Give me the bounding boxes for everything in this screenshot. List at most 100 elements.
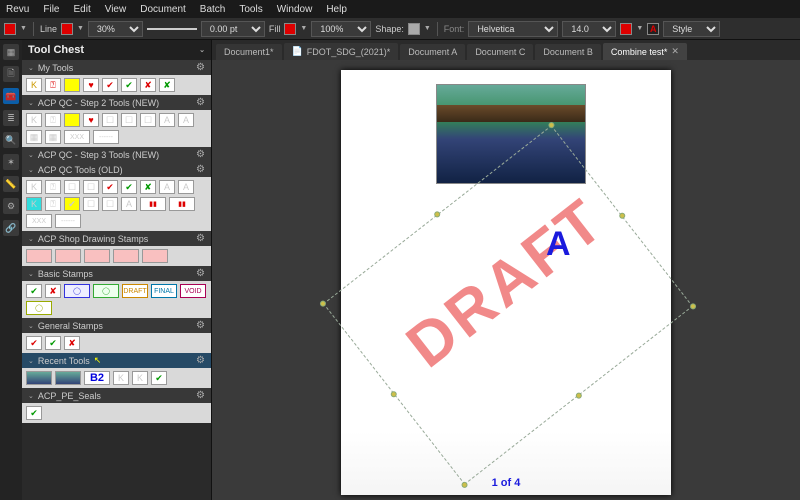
recent-text[interactable]: B2 [84, 371, 110, 385]
menu-tools[interactable]: Tools [239, 4, 262, 15]
gear-icon[interactable]: ⚙ [196, 149, 205, 160]
tool-item[interactable]: ------ [55, 214, 81, 228]
chevron-down-icon[interactable]: ⌄ [199, 46, 205, 54]
search-icon[interactable]: 🔍 [3, 132, 19, 148]
resize-handle[interactable] [390, 390, 398, 398]
file-icon[interactable]: 🗎 [3, 66, 19, 82]
tool-item[interactable]: ▦ [45, 130, 61, 144]
tool-item[interactable]: ☐ [64, 180, 80, 194]
tab-combine-test[interactable]: Combine test*✕ [603, 43, 687, 60]
tool-item[interactable]: ☐ [83, 180, 99, 194]
stamp-draft[interactable]: DRAFT [122, 284, 148, 298]
section-step2[interactable]: ⌄ACP QC - Step 2 Tools (NEW)⚙ [22, 95, 211, 110]
tool-item[interactable]: ▮▮ [140, 197, 166, 211]
text-annotation-a[interactable]: A [546, 225, 571, 264]
tool-item[interactable]: ☐ [102, 197, 118, 211]
line-weight-slider[interactable] [147, 28, 197, 30]
stamp-check[interactable]: ✔ [26, 284, 42, 298]
tool-item[interactable]: ⍰ [45, 78, 61, 92]
recent-image[interactable] [55, 371, 81, 385]
tab-document-a[interactable]: Document A [400, 44, 465, 60]
recent-tool[interactable]: ✔ [151, 371, 167, 385]
tool-item[interactable]: K [26, 180, 42, 194]
tool-item[interactable]: ♥ [83, 78, 99, 92]
tool-item[interactable] [64, 113, 80, 127]
section-basic-stamps[interactable]: ⌄Basic Stamps⚙ [22, 266, 211, 281]
stamp-item[interactable] [55, 249, 81, 263]
resize-handle[interactable] [433, 210, 441, 218]
recent-tool[interactable]: K [132, 371, 148, 385]
tool-item[interactable]: ✘ [140, 180, 156, 194]
tool-item[interactable]: ☐ [140, 113, 156, 127]
tab-fdot-sdg[interactable]: 📄FDOT_SDG_(2021)* [284, 43, 399, 60]
section-general-stamps[interactable]: ⌄General Stamps⚙ [22, 318, 211, 333]
close-icon[interactable]: ✕ [671, 46, 679, 57]
highlight-swatch[interactable]: A [647, 23, 659, 35]
menu-view[interactable]: View [105, 4, 127, 15]
properties-icon[interactable]: ⚙ [3, 198, 19, 214]
tool-item[interactable]: A [159, 180, 175, 194]
tool-item[interactable]: ⍰ [45, 197, 61, 211]
tool-item[interactable]: K [26, 197, 42, 211]
tool-item[interactable]: ☐ [83, 197, 99, 211]
stamp-icon[interactable]: ✶ [3, 154, 19, 170]
stamp-item[interactable] [113, 249, 139, 263]
font-size-select[interactable]: 14.0 [562, 21, 616, 37]
menu-edit[interactable]: Edit [73, 4, 90, 15]
tool-item[interactable]: ✘ [159, 78, 175, 92]
tab-document1[interactable]: Document1* [216, 44, 282, 60]
stamp-final[interactable]: FINAL [151, 284, 177, 298]
gear-icon[interactable]: ⚙ [196, 390, 205, 401]
chevron-down-icon[interactable]: ▼ [300, 25, 307, 32]
tool-chest-header[interactable]: Tool Chest ⌄ [22, 40, 211, 60]
tool-item[interactable]: ☐ [102, 113, 118, 127]
chevron-down-icon[interactable]: ▼ [636, 25, 643, 32]
font-family-select[interactable]: Helvetica [468, 21, 558, 37]
tool-item[interactable]: K [26, 78, 42, 92]
fill-opacity-select[interactable]: 100% [311, 21, 371, 37]
stamp-pill[interactable]: ◯ [26, 301, 52, 315]
chevron-down-icon[interactable]: ▼ [77, 25, 84, 32]
canvas-viewport[interactable]: DRAFT A 1 of 4 [212, 60, 800, 500]
tab-document-b[interactable]: Document B [535, 44, 601, 60]
tool-item[interactable]: ✔ [64, 197, 80, 211]
grid-icon[interactable]: ▦ [3, 44, 19, 60]
recent-tool[interactable]: K [113, 371, 129, 385]
menu-document[interactable]: Document [140, 4, 186, 15]
tool-item[interactable]: A [121, 197, 137, 211]
stamp-item[interactable] [26, 249, 52, 263]
tool-item[interactable]: ✘ [140, 78, 156, 92]
tool-item[interactable]: ✔ [121, 180, 137, 194]
chevron-down-icon[interactable]: ▼ [424, 25, 431, 32]
section-shop-drawing[interactable]: ⌄ACP Shop Drawing Stamps⚙ [22, 231, 211, 246]
stamp-pill[interactable]: ◯ [64, 284, 90, 298]
layers-icon[interactable]: ≣ [3, 110, 19, 126]
tool-item[interactable]: A [178, 180, 194, 194]
stamp-item[interactable]: ✘ [64, 336, 80, 350]
resize-handle[interactable] [575, 391, 583, 399]
tool-item[interactable]: ✔ [121, 78, 137, 92]
tool-chest-icon[interactable]: 🧰 [3, 88, 19, 104]
tool-item[interactable]: ▮▮ [169, 197, 195, 211]
menu-help[interactable]: Help [326, 4, 347, 15]
resize-handle[interactable] [689, 302, 697, 310]
menu-batch[interactable]: Batch [200, 4, 226, 15]
line-width-select[interactable]: 0.00 pt [201, 21, 265, 37]
tool-item[interactable]: ------ [93, 130, 119, 144]
opacity-select[interactable]: 30% [88, 21, 143, 37]
section-old[interactable]: ⌄ACP QC Tools (OLD)⚙ [22, 162, 211, 177]
resize-handle[interactable] [319, 299, 327, 307]
tool-item[interactable]: ☐ [121, 113, 137, 127]
tool-item[interactable]: ✔ [102, 180, 118, 194]
menu-window[interactable]: Window [277, 4, 313, 15]
tool-item[interactable] [64, 78, 80, 92]
font-style-select[interactable]: Style [663, 21, 720, 37]
tab-document-c[interactable]: Document C [467, 44, 533, 60]
stamp-item[interactable] [84, 249, 110, 263]
gear-icon[interactable]: ⚙ [196, 233, 205, 244]
section-my-tools[interactable]: ⌄My Tools⚙ [22, 60, 211, 75]
recent-image[interactable] [26, 371, 52, 385]
font-color-swatch[interactable] [620, 23, 632, 35]
selection-outline[interactable] [323, 125, 693, 485]
gear-icon[interactable]: ⚙ [196, 320, 205, 331]
